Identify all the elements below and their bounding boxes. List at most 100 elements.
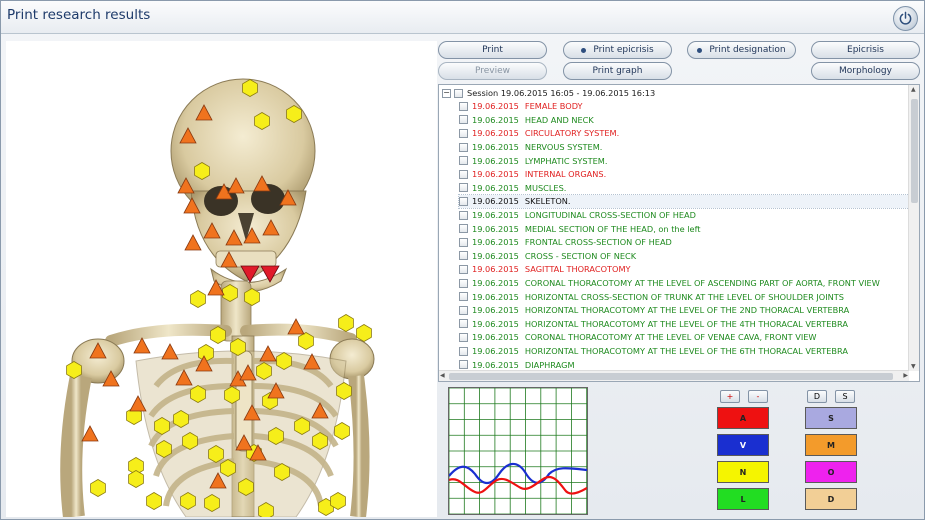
- hexagon-marker-icon[interactable]: [230, 338, 246, 356]
- scroll-left-icon[interactable]: ◀: [440, 372, 445, 379]
- hexagon-marker-icon[interactable]: [274, 463, 290, 481]
- tree-item-row[interactable]: 19.06.2015 CROSS - SECTION OF NECK: [459, 249, 636, 263]
- print-designation-radio[interactable]: Print designation: [687, 41, 796, 59]
- hexagon-marker-icon[interactable]: [208, 445, 224, 463]
- vertical-scrollbar[interactable]: ▲ ▼: [908, 85, 919, 371]
- hexagon-marker-icon[interactable]: [298, 332, 314, 350]
- skeleton-image-panel[interactable]: [6, 41, 437, 517]
- collapse-icon[interactable]: −: [442, 88, 451, 98]
- hexagon-marker-icon[interactable]: [190, 385, 206, 403]
- item-checkbox[interactable]: [459, 224, 468, 234]
- tree-item-row[interactable]: 19.06.2015 NERVOUS SYSTEM.: [459, 140, 602, 154]
- triangle-marker-icon[interactable]: [161, 343, 179, 360]
- item-checkbox[interactable]: [459, 251, 468, 261]
- hexagon-marker-icon[interactable]: [276, 352, 292, 370]
- hexagon-marker-icon[interactable]: [294, 417, 310, 435]
- hexagon-marker-icon[interactable]: [66, 361, 82, 379]
- power-icon[interactable]: [893, 6, 918, 31]
- hexagon-marker-icon[interactable]: [330, 492, 346, 510]
- tree-item-row[interactable]: 19.06.2015 MUSCLES.: [459, 181, 566, 195]
- hexagon-marker-icon[interactable]: [356, 324, 372, 342]
- tree-item-row[interactable]: 19.06.2015 SKELETON.: [458, 193, 910, 210]
- tree-item-row[interactable]: 19.06.2015 LYMPHATIC SYSTEM.: [459, 154, 607, 168]
- print-button[interactable]: Print: [438, 41, 547, 59]
- hexagon-marker-icon[interactable]: [334, 422, 350, 440]
- hexagon-marker-icon[interactable]: [244, 288, 260, 306]
- hexagon-marker-icon[interactable]: [268, 427, 284, 445]
- hexagon-marker-icon[interactable]: [336, 382, 352, 400]
- scroll-up-icon[interactable]: ▲: [911, 86, 916, 93]
- print-graph-button[interactable]: Print graph: [563, 62, 672, 80]
- triangle-marker-icon[interactable]: [81, 425, 99, 442]
- vertical-scroll-thumb[interactable]: [911, 99, 918, 203]
- item-checkbox[interactable]: [459, 101, 468, 111]
- skeleton-image[interactable]: [6, 41, 437, 517]
- item-checkbox[interactable]: [459, 183, 468, 193]
- tree-item-row[interactable]: 19.06.2015 HEAD AND NECK: [459, 113, 594, 127]
- tree-item-row[interactable]: 19.06.2015 CORONAL THORACOTOMY AT THE LEV…: [459, 331, 817, 345]
- marker-filter-button-a[interactable]: A: [717, 407, 769, 429]
- item-checkbox[interactable]: [459, 346, 468, 356]
- horizontal-scrollbar[interactable]: ◀ ▶: [439, 370, 909, 381]
- tree-item-row[interactable]: 19.06.2015 LONGITUDINAL CROSS-SECTION OF …: [459, 208, 696, 222]
- triangle-marker-icon[interactable]: [184, 234, 202, 251]
- hexagon-marker-icon[interactable]: [182, 432, 198, 450]
- hexagon-marker-icon[interactable]: [180, 492, 196, 510]
- system-filter-button-s[interactable]: S: [805, 407, 857, 429]
- marker-filter-button-n[interactable]: N: [717, 461, 769, 483]
- hexagon-marker-icon[interactable]: [128, 470, 144, 488]
- print-epicrisis-radio[interactable]: Print epicrisis: [563, 41, 672, 59]
- hexagon-marker-icon[interactable]: [256, 362, 272, 380]
- hexagon-marker-icon[interactable]: [312, 432, 328, 450]
- system-filter-button-d[interactable]: D: [805, 488, 857, 510]
- tree-item-row[interactable]: 19.06.2015 INTERNAL ORGANS.: [459, 168, 606, 182]
- hexagon-marker-icon[interactable]: [286, 105, 302, 123]
- item-checkbox[interactable]: [459, 115, 468, 125]
- session-row[interactable]: − Session 19.06.2015 16:05 - 19.06.2015 …: [439, 86, 655, 100]
- hexagon-marker-icon[interactable]: [338, 314, 354, 332]
- plus-button[interactable]: +: [720, 390, 740, 403]
- preview-button[interactable]: Preview: [438, 62, 547, 80]
- hexagon-marker-icon[interactable]: [156, 440, 172, 458]
- item-checkbox[interactable]: [459, 305, 468, 315]
- horizontal-scroll-thumb[interactable]: [449, 373, 893, 380]
- tree-item-row[interactable]: 19.06.2015 CORONAL THORACOTOMY AT THE LEV…: [459, 276, 880, 290]
- s-toggle-button[interactable]: S: [835, 390, 855, 403]
- tree-item-row[interactable]: 19.06.2015 CIRCULATORY SYSTEM.: [459, 127, 619, 141]
- tree-item-row[interactable]: 19.06.2015 HORIZONTAL THORACOTOMY AT THE …: [459, 304, 849, 318]
- item-checkbox[interactable]: [459, 278, 468, 288]
- system-filter-button-m[interactable]: M: [805, 434, 857, 456]
- hexagon-marker-icon[interactable]: [146, 492, 162, 510]
- hexagon-marker-icon[interactable]: [254, 112, 270, 130]
- hexagon-marker-icon[interactable]: [90, 479, 106, 497]
- item-checkbox[interactable]: [459, 142, 468, 152]
- item-checkbox[interactable]: [459, 319, 468, 329]
- minus-button[interactable]: -: [748, 390, 768, 403]
- hexagon-marker-icon[interactable]: [204, 494, 220, 512]
- item-checkbox[interactable]: [459, 169, 468, 179]
- item-checkbox[interactable]: [459, 128, 468, 138]
- d-toggle-button[interactable]: D: [807, 390, 827, 403]
- marker-filter-button-v[interactable]: V: [717, 434, 769, 456]
- item-checkbox[interactable]: [459, 196, 468, 206]
- item-checkbox[interactable]: [459, 332, 468, 342]
- session-checkbox[interactable]: [454, 88, 463, 98]
- item-checkbox[interactable]: [459, 156, 468, 166]
- tree-item-row[interactable]: 19.06.2015 HORIZONTAL THORACOTOMY AT THE …: [459, 344, 848, 358]
- item-checkbox[interactable]: [459, 237, 468, 247]
- hexagon-marker-icon[interactable]: [154, 417, 170, 435]
- hexagon-marker-icon[interactable]: [224, 386, 240, 404]
- marker-filter-button-l[interactable]: L: [717, 488, 769, 510]
- morphology-button[interactable]: Morphology: [811, 62, 920, 80]
- hexagon-marker-icon[interactable]: [238, 478, 254, 496]
- tree-item-row[interactable]: 19.06.2015 HORIZONTAL CROSS-SECTION OF TR…: [459, 290, 844, 304]
- scroll-right-icon[interactable]: ▶: [903, 372, 908, 379]
- epicrisis-button[interactable]: Epicrisis: [811, 41, 920, 59]
- hexagon-marker-icon[interactable]: [194, 162, 210, 180]
- scroll-down-icon[interactable]: ▼: [911, 363, 916, 370]
- hexagon-marker-icon[interactable]: [210, 326, 226, 344]
- tree-item-row[interactable]: 19.06.2015 FRONTAL CROSS-SECTION OF HEAD: [459, 236, 672, 250]
- hexagon-marker-icon[interactable]: [242, 79, 258, 97]
- item-checkbox[interactable]: [459, 210, 468, 220]
- hexagon-marker-icon[interactable]: [222, 284, 238, 302]
